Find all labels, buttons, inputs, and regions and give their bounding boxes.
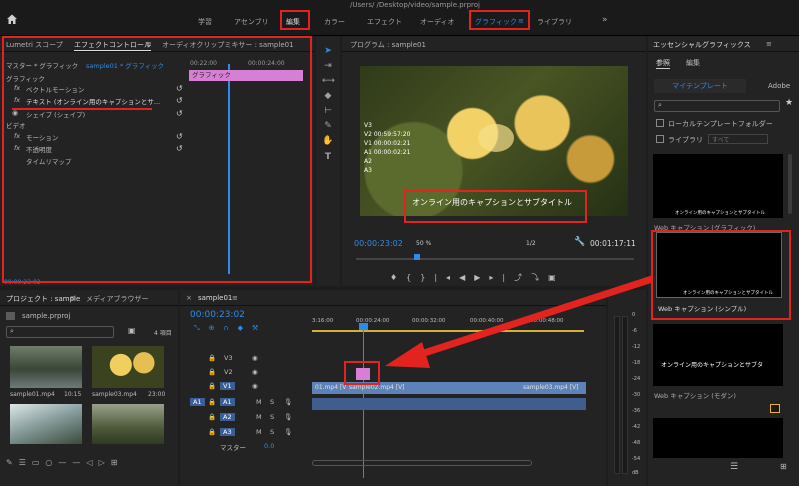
annotation-arrow [385,275,654,368]
